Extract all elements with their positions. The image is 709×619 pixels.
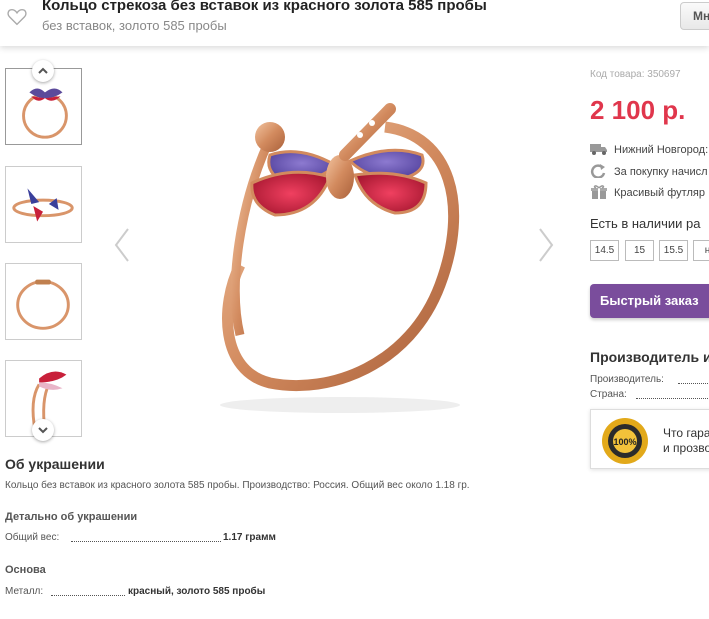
guarantee-text: Что гара и прозво [663, 426, 709, 456]
guarantee-line-1: Что гара [663, 426, 709, 440]
country-row: Страна: [590, 389, 709, 400]
manufacturer-row: Производитель: [590, 374, 709, 385]
next-image-arrow[interactable] [536, 225, 556, 265]
detail-heading: Детально об украшении [5, 511, 138, 523]
prev-image-arrow[interactable] [112, 225, 132, 265]
product-price: 2 100 р. [590, 95, 686, 125]
page-title: Кольцо стрекоза без вставок из красного … [42, 0, 487, 14]
dotted-leader [678, 383, 709, 384]
about-heading: Об украшении [5, 456, 105, 472]
guarantee-line-2: и прозво [663, 441, 709, 455]
metal-label: Металл: [5, 586, 44, 597]
dotted-leader [636, 398, 709, 399]
metal-row: Металл: красный, золото 585 пробы [5, 586, 295, 597]
refresh-icon [590, 164, 608, 179]
product-header: Кольцо стрекоза без вставок из красного … [0, 0, 709, 46]
availability-title: Есть в наличии ра [590, 216, 701, 231]
guarantee-box[interactable]: 100% Что гара и прозво [590, 409, 709, 469]
weight-value: 1.17 грамм [223, 532, 276, 543]
page-subtitle: без вставок, золото 585 пробы [42, 18, 227, 33]
size-option[interactable]: н [693, 240, 709, 261]
bonus-text: За покупку начисл [614, 166, 708, 178]
product-description: Кольцо без вставок из красного золота 58… [5, 480, 470, 491]
thumbnail-3[interactable] [5, 263, 82, 340]
bonus-info[interactable]: За покупку начисл [590, 164, 708, 179]
truck-icon [590, 142, 608, 156]
manufacturer-label: Производитель: [590, 374, 664, 385]
thumbnail-2[interactable] [5, 166, 82, 243]
gift-text: Красивый футляр [614, 187, 705, 199]
chevron-up-icon [38, 67, 48, 74]
size-option[interactable]: 15.5 [659, 240, 688, 261]
thumbs-up-arrow[interactable] [32, 60, 54, 82]
weight-row: Общий вес: 1.17 грамм [5, 532, 295, 543]
chevron-left-icon [114, 228, 129, 262]
heart-icon[interactable] [6, 6, 28, 28]
delivery-text: Нижний Новгород: [614, 144, 709, 156]
seal-text: 100% [613, 437, 636, 447]
thumbs-down-arrow[interactable] [32, 419, 54, 441]
product-main-image[interactable] [150, 65, 530, 425]
dotted-leader [51, 595, 125, 596]
country-label: Страна: [590, 389, 627, 400]
weight-label: Общий вес: [5, 532, 60, 543]
dotted-leader [71, 541, 221, 542]
chevron-down-icon [38, 427, 48, 434]
manufacturer-heading: Производитель и [590, 349, 709, 365]
guarantee-seal-icon: 100% [601, 417, 649, 465]
metal-value: красный, золото 585 пробы [128, 586, 266, 597]
base-heading: Основа [5, 564, 46, 576]
gift-icon [590, 185, 608, 199]
product-sku: Код товара: 350697 [590, 69, 681, 80]
header-menu-button[interactable]: Мн [680, 2, 709, 30]
quick-order-button[interactable]: Быстрый заказ [590, 284, 709, 318]
size-option[interactable]: 15 [625, 240, 654, 261]
chevron-right-icon [539, 228, 554, 262]
gift-box-info[interactable]: Красивый футляр [590, 185, 705, 199]
delivery-info[interactable]: Нижний Новгород: [590, 142, 708, 156]
size-option[interactable]: 14.5 [590, 240, 619, 261]
